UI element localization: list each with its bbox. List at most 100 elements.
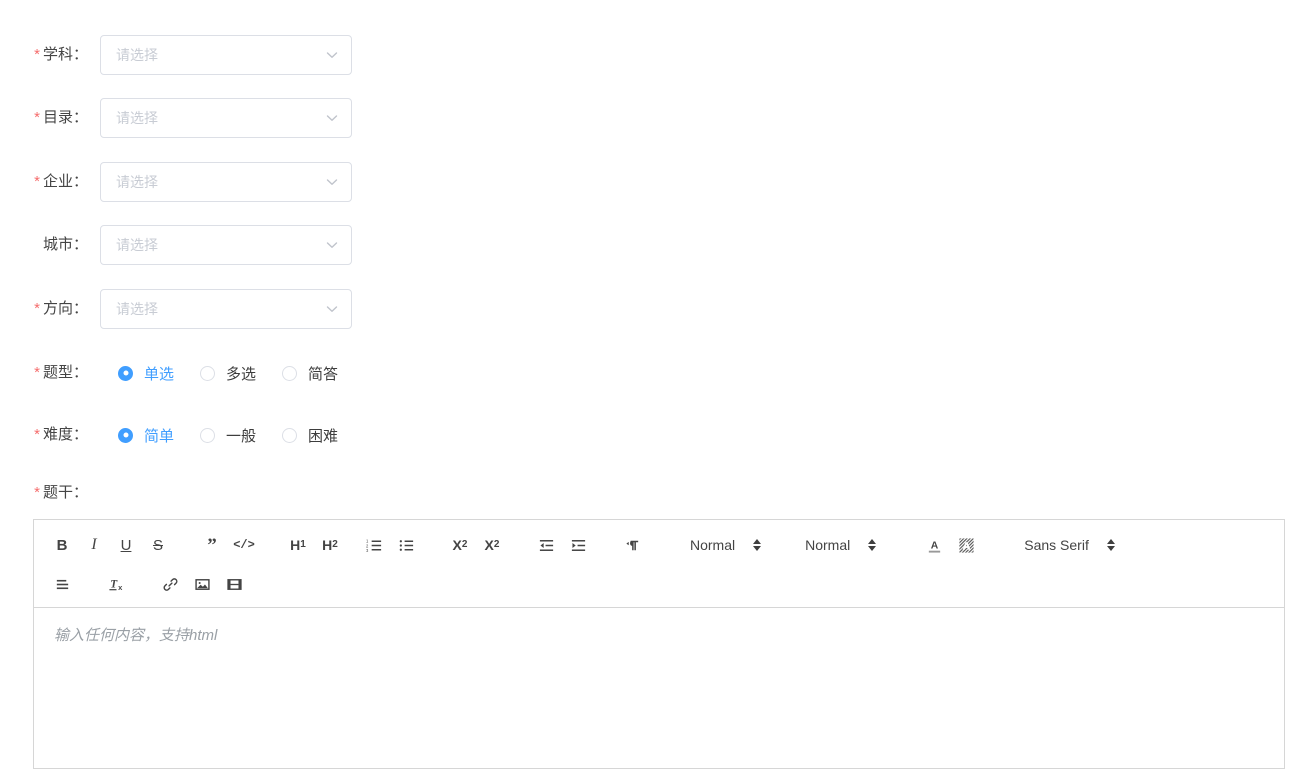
superscript-icon[interactable]: X2: [478, 532, 506, 558]
form-row-catalog: * 目录： 请选择: [0, 98, 352, 138]
ordered-list-icon[interactable]: 1 2 3: [360, 532, 388, 558]
radio-label: 困难: [308, 427, 339, 445]
video-icon[interactable]: [220, 571, 248, 597]
required-asterisk: *: [34, 484, 40, 501]
radio-label: 多选: [226, 365, 257, 383]
link-icon[interactable]: [156, 571, 184, 597]
radio-circle-icon: [282, 427, 298, 443]
field-label-text: 方向：: [42, 300, 88, 317]
field-label-question-stem: * 题干：: [0, 481, 100, 502]
image-icon[interactable]: [188, 571, 216, 597]
superscript-letter: X: [484, 537, 494, 553]
radio-group-difficulty: 简单 一般 困难: [118, 425, 364, 446]
svg-text:T: T: [110, 578, 118, 590]
sort-arrows-icon: [868, 539, 877, 551]
select-city[interactable]: 请选择: [100, 225, 352, 265]
select-placeholder: 请选择: [116, 301, 158, 317]
header-2-icon[interactable]: H2: [316, 532, 344, 558]
required-asterisk: *: [34, 364, 40, 381]
chevron-down-icon: [326, 179, 338, 185]
field-label-subject: * 学科：: [0, 35, 100, 75]
rich-text-editor: B I U S ” </> H1 H2 1 2 3 X 2 X 2 Normal…: [33, 519, 1285, 769]
align-icon[interactable]: [48, 571, 76, 597]
header-1-icon[interactable]: H1: [284, 532, 312, 558]
chevron-down-icon: [326, 52, 338, 58]
form-row-subject: * 学科： 请选择: [0, 35, 352, 75]
field-label-text: 企业：: [42, 173, 88, 190]
chevron-down-icon: [326, 242, 338, 248]
bullet-list-icon[interactable]: [392, 532, 420, 558]
field-label-enterprise: * 企业：: [0, 162, 100, 202]
underline-icon[interactable]: U: [112, 532, 140, 558]
header-picker-value: Normal: [805, 537, 851, 553]
radio-circle-icon: [200, 365, 216, 381]
radio-difficulty-easy[interactable]: 简单: [118, 425, 174, 446]
form-row-difficulty: * 难度： 简单 一般 困难: [0, 415, 364, 455]
required-asterisk: *: [34, 173, 40, 190]
header-2-letter: H: [322, 537, 333, 553]
radio-circle-icon: [118, 427, 133, 443]
radio-label: 一般: [226, 427, 257, 445]
header-1-letter: H: [290, 537, 301, 553]
strikethrough-icon[interactable]: S: [144, 532, 172, 558]
radio-label: 简答: [308, 365, 339, 383]
field-label-text: 学科：: [42, 46, 88, 63]
header-picker[interactable]: Normal: [805, 537, 877, 553]
text-direction-icon[interactable]: [618, 532, 646, 558]
svg-text:x: x: [118, 583, 123, 592]
clear-formatting-icon[interactable]: T x: [102, 571, 130, 597]
blockquote-icon[interactable]: ”: [198, 532, 226, 558]
subscript-number: 2: [461, 539, 468, 550]
editor-content-area[interactable]: 输入任何内容，支持html: [34, 608, 1284, 768]
select-placeholder: 请选择: [116, 174, 158, 190]
subscript-icon[interactable]: X2: [446, 532, 474, 558]
radio-label: 单选: [144, 365, 175, 383]
select-catalog[interactable]: 请选择: [100, 98, 352, 138]
background-color-icon[interactable]: A: [952, 532, 980, 558]
subscript-letter: X: [452, 537, 462, 553]
chevron-down-icon: [326, 115, 338, 121]
header-1-number: 1: [300, 539, 306, 550]
bold-icon[interactable]: B: [48, 532, 76, 558]
superscript-number: 2: [493, 539, 500, 550]
sort-arrows-icon: [753, 539, 762, 551]
form-row-city: *城市： 请选择: [0, 225, 352, 265]
select-enterprise[interactable]: 请选择: [100, 162, 352, 202]
required-asterisk: *: [34, 300, 40, 317]
select-placeholder: 请选择: [116, 47, 158, 63]
form-row-enterprise: * 企业： 请选择: [0, 162, 352, 202]
code-block-icon[interactable]: </>: [230, 532, 258, 558]
field-label-question-type: * 题型：: [0, 353, 100, 393]
header-2-number: 2: [332, 539, 338, 550]
font-color-icon[interactable]: A: [920, 532, 948, 558]
editor-toolbar-row-1: B I U S ” </> H1 H2 1 2 3 X 2 X 2 Normal…: [48, 528, 1270, 562]
select-direction[interactable]: 请选择: [100, 289, 352, 329]
add-question-form-page: * 学科： 请选择 * 目录： 请选择 * 企业： 请选择 城市： 请选择 * …: [0, 0, 1297, 774]
svg-text:3: 3: [366, 548, 369, 553]
font-family-picker[interactable]: Sans Serif: [1024, 537, 1115, 553]
italic-icon[interactable]: I: [80, 532, 108, 558]
radio-difficulty-normal[interactable]: 一般: [200, 425, 256, 446]
indent-icon[interactable]: [564, 532, 592, 558]
sort-arrows-icon: [1106, 539, 1115, 551]
radio-difficulty-hard[interactable]: 困难: [282, 425, 338, 446]
select-subject[interactable]: 请选择: [100, 35, 352, 75]
field-label-text: 题型：: [42, 364, 88, 381]
radio-question-type-multiple[interactable]: 多选: [200, 363, 256, 384]
outdent-icon[interactable]: [532, 532, 560, 558]
field-label-direction: * 方向：: [0, 289, 100, 329]
size-picker[interactable]: Normal: [690, 537, 762, 553]
radio-question-type-single[interactable]: 单选: [118, 363, 174, 384]
svg-text:A: A: [931, 540, 939, 551]
editor-toolbar: B I U S ” </> H1 H2 1 2 3 X 2 X 2 Normal…: [34, 520, 1284, 608]
radio-circle-icon: [200, 427, 216, 443]
form-row-question-type: * 题型： 单选 多选 简答: [0, 353, 364, 393]
required-asterisk: *: [34, 109, 40, 126]
radio-label: 简单: [144, 427, 175, 445]
field-label-text: 题干：: [42, 484, 88, 501]
font-family-picker-value: Sans Serif: [1024, 537, 1089, 553]
radio-question-type-short-answer[interactable]: 简答: [282, 363, 338, 384]
field-label-catalog: * 目录：: [0, 98, 100, 138]
field-label-text: 难度：: [42, 426, 88, 443]
size-picker-value: Normal: [690, 537, 736, 553]
